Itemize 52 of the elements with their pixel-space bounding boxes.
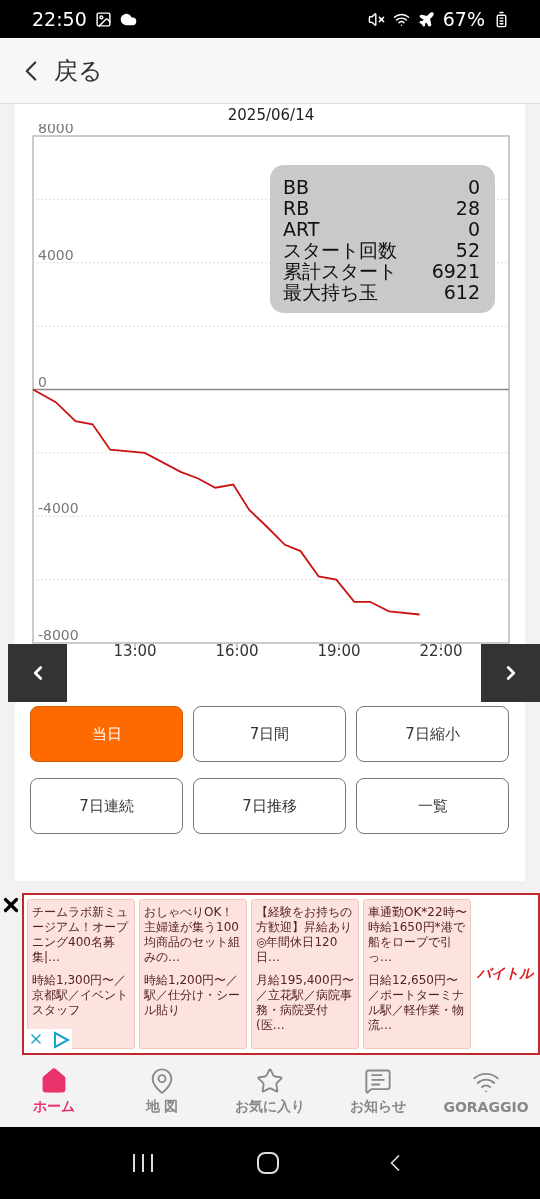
x-tick-label: 19:00 <box>317 642 361 660</box>
y-tick-label: -8000 <box>38 627 79 643</box>
home-icon[interactable] <box>256 1151 280 1175</box>
stat-label: 最大持ち玉 <box>283 282 379 303</box>
range-button[interactable]: 一覧 <box>356 778 509 834</box>
job-ad-card[interactable]: おしゃべりOK！主婦達が集う100均商品のセット組みの… 時給1,200円〜／駅／仕分け・シール貼り <box>139 899 247 1049</box>
mute-icon <box>367 10 385 28</box>
ad-logo: バイトル <box>477 965 533 983</box>
job-detail: 時給1,200円〜／駅／仕分け・シール貼り <box>144 973 241 1018</box>
stat-value: 52 <box>454 240 480 261</box>
y-tick-label: 4000 <box>38 246 74 263</box>
home-icon <box>40 1066 68 1095</box>
y-tick-label: -4000 <box>38 500 79 517</box>
stat-value: 612 <box>442 282 480 303</box>
y-tick-label: 0 <box>38 373 47 390</box>
stat-label: RB <box>283 198 311 219</box>
ad-banner[interactable] <box>22 893 540 1055</box>
range-button[interactable]: 7日推移 <box>193 778 346 834</box>
job-ad-card[interactable]: チームラボ新ミュージアム！オープニング400名募集|… 時給1,300円〜／京都駅／イベントスタッフ <box>27 899 135 1049</box>
range-button[interactable]: 7日縮小 <box>356 706 509 762</box>
status-time: 22:50 <box>32 8 87 30</box>
x-tick-label: 16:00 <box>215 642 259 660</box>
airplane-icon <box>417 10 435 28</box>
stat-value: 28 <box>454 198 480 219</box>
stat-label: BB <box>283 177 311 198</box>
stat-value: 0 <box>466 177 480 198</box>
chart-date: 2025/06/14 <box>226 106 316 124</box>
job-title: 車通勤OK*22時〜時給1650円*港で船をロープで引っ… <box>368 905 468 965</box>
job-detail: 日給12,650円〜／ポートターミナル駅／軽作業・物流… <box>368 973 465 1033</box>
recent-apps-icon[interactable] <box>130 1152 155 1174</box>
job-detail: 月給195,400円〜／立花駅／病院事務・病院受付(医… <box>256 973 355 1033</box>
job-title: 【経験をお持ちの方歓迎】昇給あり◎年間休日120日… <box>256 905 353 965</box>
back-button[interactable]: 戻る <box>14 53 103 88</box>
range-button[interactable]: 7日連続 <box>30 778 183 834</box>
x-tick-label: 13:00 <box>113 642 157 660</box>
stat-label: ART <box>283 219 321 240</box>
job-ad-card[interactable]: 車通勤OK*22時〜時給1650円*港で船をロープで引っ… 日給12,650円〜／ポートターミナル駅／軽作業・物流… <box>363 899 471 1049</box>
stat-value: 0 <box>466 219 480 240</box>
stat-value: 6921 <box>431 261 480 282</box>
nav-tab[interactable]: ホーム <box>0 1055 108 1127</box>
stat-label: 累計スタート <box>283 261 398 282</box>
x-tick-label: 22:00 <box>419 642 463 660</box>
job-title: チームラボ新ミュージアム！オープニング400名募集|… <box>32 905 130 965</box>
battery-percent: 67% <box>442 8 485 30</box>
job-detail: 時給1,300円〜／京都駅／イベントスタッフ <box>32 973 129 1018</box>
job-title: おしゃべりOK！主婦達が集う100均商品のセット組みの… <box>144 905 241 965</box>
stat-label: スタート回数 <box>283 240 398 261</box>
range-button[interactable]: 7日間 <box>193 706 346 762</box>
job-ad-card[interactable]: 【経験をお持ちの方歓迎】昇給あり◎年間休日120日… 月給195,400円〜／立花駅／病院事務・病院受付(医… <box>251 899 359 1049</box>
image-icon <box>94 10 112 28</box>
star-icon <box>256 1066 284 1095</box>
info-icon[interactable] <box>52 1031 70 1049</box>
